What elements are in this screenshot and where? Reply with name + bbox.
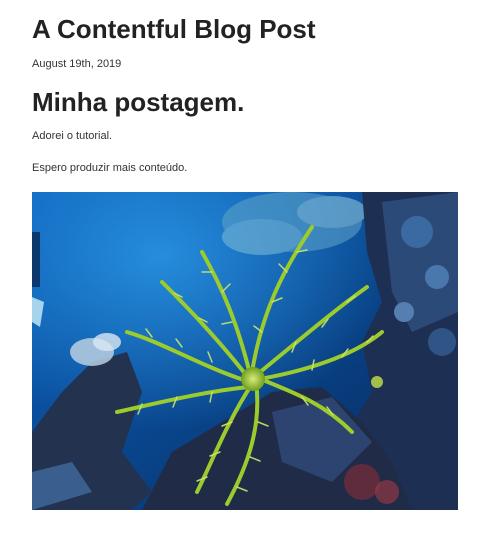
post-heading: Minha postagem.: [32, 87, 245, 117]
post-paragraph: Espero produzir mais conteúdo.: [32, 162, 188, 174]
post-date: August 19th, 2019: [32, 58, 122, 70]
post-paragraph: Adorei o tutorial.: [32, 130, 113, 142]
post-image: [32, 192, 458, 510]
page-title: A Contentful Blog Post: [32, 14, 316, 44]
